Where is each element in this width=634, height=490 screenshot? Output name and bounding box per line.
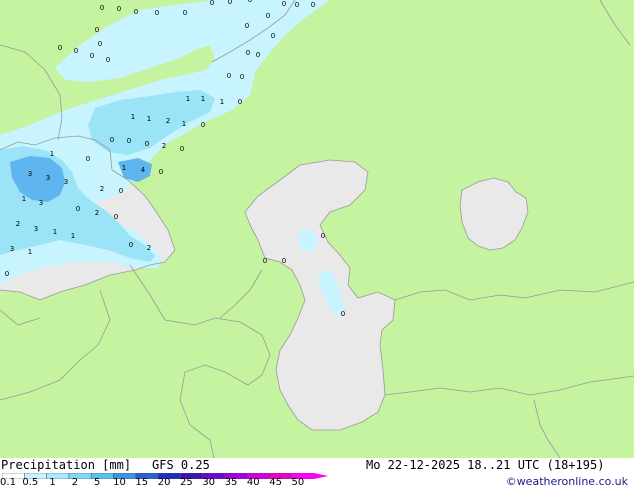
precip-label: 4 <box>141 166 146 174</box>
precip-label: 0 <box>256 51 260 59</box>
legend-tick-label: 10 <box>113 477 126 488</box>
legend-tick-label: 50 <box>291 477 305 488</box>
legend-tick-label: 15 <box>135 477 149 488</box>
precip-label: 0 <box>282 0 286 8</box>
legend-arrow <box>314 473 329 479</box>
precip-label: 0 <box>341 310 345 318</box>
legend-tick-label: 20 <box>157 477 171 488</box>
precip-label: 3 <box>64 178 68 186</box>
precip-label: 0 <box>129 241 133 249</box>
valid-time: Mo 22-12-2025 18..21 UTC (18+195) <box>366 458 605 472</box>
precip-label: 0 <box>127 137 131 145</box>
model-name: GFS 0.25 <box>152 458 210 472</box>
precip-label: 0 <box>263 257 267 265</box>
precip-label: 2 <box>100 185 104 193</box>
precip-label: 1 <box>28 248 32 256</box>
precip-label: 2 <box>147 244 151 252</box>
precip-label: 2 <box>16 220 20 228</box>
credit-link[interactable]: ©weatheronline.co.uk <box>506 475 628 488</box>
precip-label: 0 <box>100 4 104 12</box>
precip-label: 0 <box>311 1 315 9</box>
map-title: Precipitation [mm] <box>1 458 132 472</box>
precip-label: 1 <box>131 113 135 121</box>
precip-label: 0 <box>110 136 114 144</box>
precip-label: 3 <box>46 174 50 182</box>
precip-label: 0 <box>119 187 123 195</box>
precipitation-map: 0 0 0 0 00 0 0 0 0 000 000 000 00 00 01 1 1 01 1 2 1 00 0 0 2 010… <box>0 0 634 458</box>
precip-label: 0 <box>245 22 249 30</box>
legend-tick-label: 30 <box>202 477 216 488</box>
legend-tick-label: 25 <box>180 477 193 488</box>
precip-label: 3 <box>28 170 32 178</box>
precip-label: 0 <box>321 232 325 240</box>
precip-label: 0 <box>134 8 138 16</box>
precip-label: 1 <box>201 95 205 103</box>
precip-label: 0 <box>98 40 102 48</box>
precip-label: 1 <box>186 95 190 103</box>
precip-label: 0 <box>282 257 286 265</box>
precip-label: 0 <box>228 0 232 6</box>
precip-label: 0 <box>271 32 275 40</box>
precip-label: 0 <box>159 168 163 176</box>
legend-tick-label: 45 <box>269 477 282 488</box>
legend-tick-label: 5 <box>94 477 101 488</box>
precip-label: 1 <box>50 150 54 158</box>
precip-label: 0 <box>106 56 110 64</box>
precip-label: 0 <box>58 44 62 52</box>
precip-label: 0 <box>240 73 244 81</box>
precip-label: 0 <box>238 98 242 106</box>
precip-label: 0 <box>266 12 270 20</box>
precip-label: 0 <box>183 9 187 17</box>
precip-label: 1 <box>182 120 186 128</box>
precip-label: 2 <box>95 209 99 217</box>
precip-label: 3 <box>34 225 38 233</box>
precip-label: 1 <box>220 98 224 106</box>
precip-label: 1 <box>147 115 151 123</box>
precip-label: 0 <box>90 52 94 60</box>
precip-label: 0 <box>155 9 159 17</box>
precip-label: 0 <box>117 5 121 13</box>
legend-tick-label: 2 <box>71 477 79 488</box>
precip-label: 0 <box>227 72 231 80</box>
precip-label: 0 <box>210 0 214 7</box>
precip-label: 1 <box>71 232 75 240</box>
precip-label: 0 <box>201 121 205 129</box>
legend-tick-label: 0.1 <box>0 477 16 488</box>
legend-tick-label: 40 <box>246 477 260 488</box>
precip-label: 0 <box>114 213 118 221</box>
precip-label: 0 <box>76 205 80 213</box>
precip-label: 0 <box>180 145 184 153</box>
legend-tick-label: 35 <box>224 477 238 488</box>
precip-label: 1 <box>122 164 126 172</box>
footer-bar: Precipitation [mm] GFS 0.25 Mo 22-12-202… <box>0 458 634 490</box>
precip-label: 1 <box>22 195 26 203</box>
precip-label: 0 <box>295 1 299 9</box>
legend-tick-label: 1 <box>49 477 56 488</box>
precip-label: 2 <box>166 117 170 125</box>
precip-label: 0 <box>95 26 99 34</box>
precip-label: 0 <box>246 49 250 57</box>
precip-label: 1 <box>53 228 57 236</box>
precip-label: 0 <box>145 140 149 148</box>
precip-label: 0 <box>74 47 78 55</box>
precip-label: 3 <box>10 245 14 253</box>
precip-label: 2 <box>162 142 166 150</box>
legend-tick-label: 0.5 <box>22 477 39 488</box>
precip-label: 0 <box>86 155 90 163</box>
precip-label: 3 <box>39 199 43 207</box>
precip-label: 0 <box>5 270 9 278</box>
precip-label: 0 <box>248 0 252 4</box>
